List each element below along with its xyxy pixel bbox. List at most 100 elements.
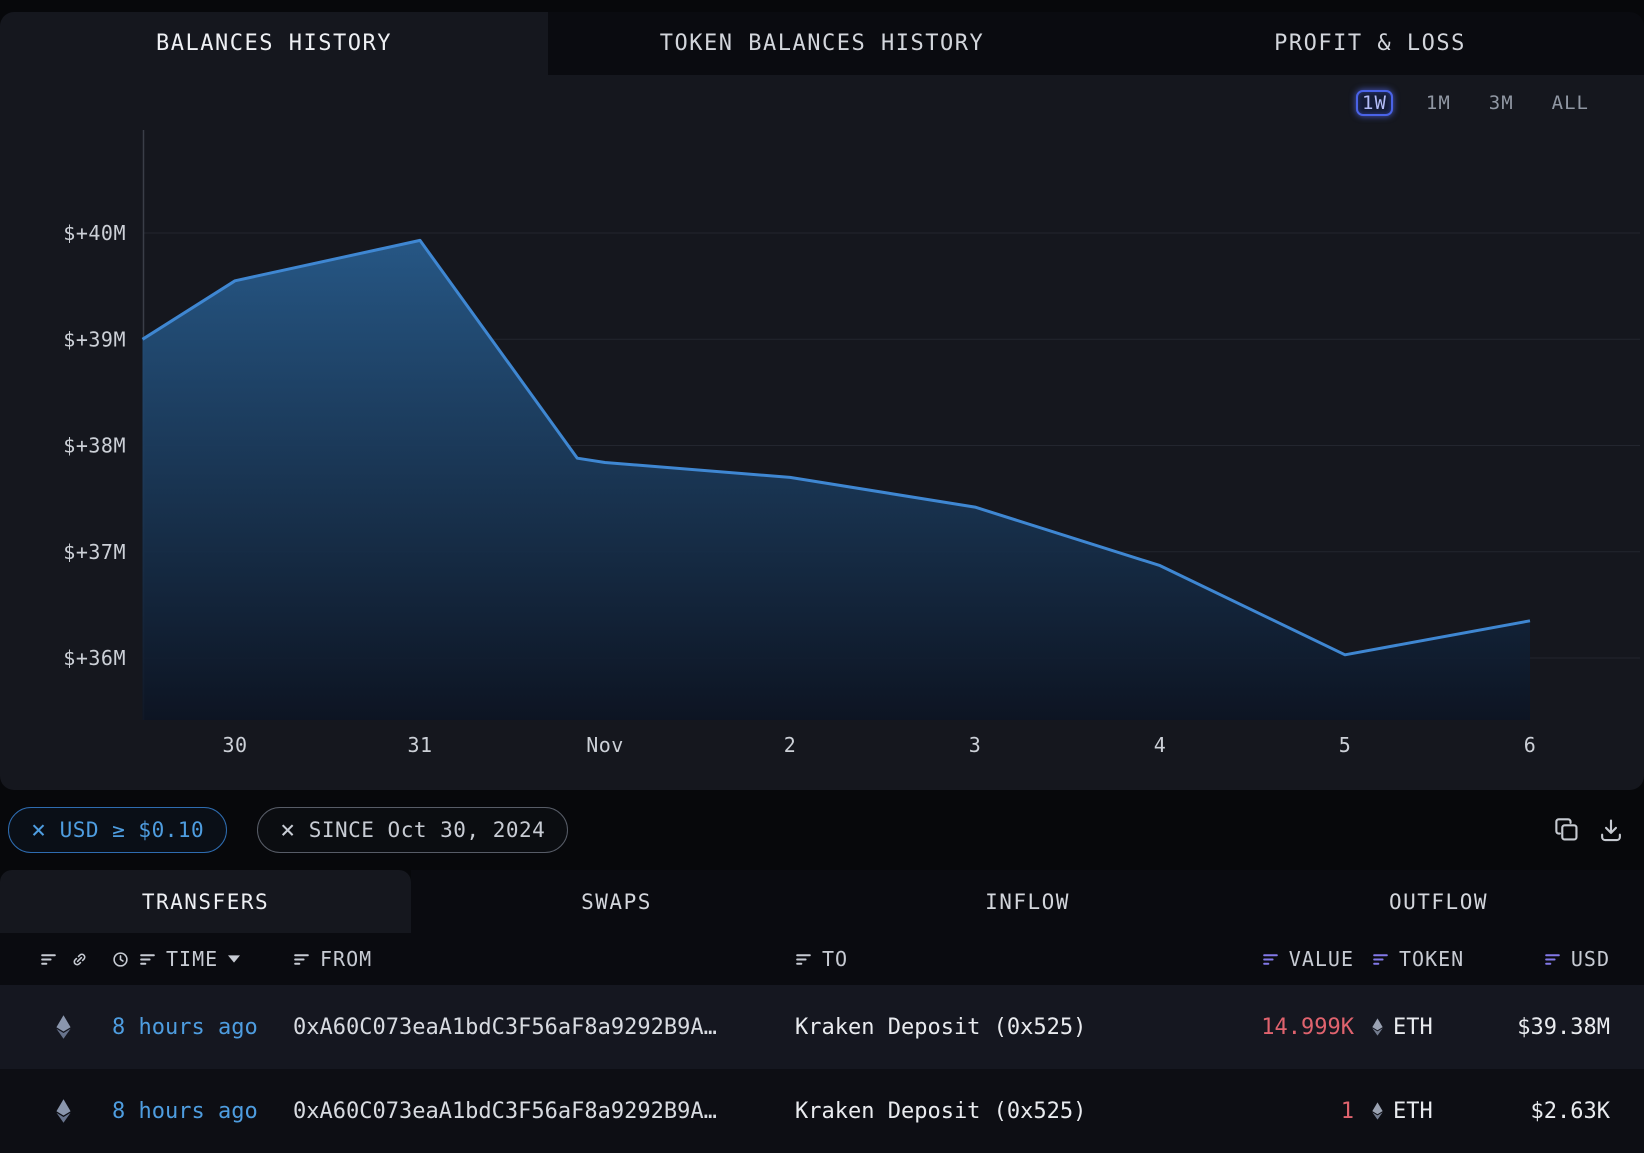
to-cell: Kraken Deposit (0x525) [755, 1099, 1104, 1124]
chain-cell [0, 1015, 100, 1039]
range-3m-button[interactable]: 3M [1484, 90, 1519, 116]
header-from[interactable]: FROM [285, 947, 755, 971]
x-axis-label: 31 [407, 733, 432, 757]
filter-chip-since-date[interactable]: × SINCE Oct 30, 2024 [257, 807, 568, 853]
transactions-section: TRANSFERS SWAPS INFLOW OUTFLOW [0, 870, 1644, 1153]
header-label-from: FROM [320, 947, 372, 971]
usd-amount: $2.63K [1531, 1099, 1610, 1124]
range-1m-button[interactable]: 1M [1421, 90, 1456, 116]
from-address[interactable]: 0xA60C073eaA1bdC3F56aF8a9292B9A… [293, 1099, 717, 1124]
token-cell: ETH [1354, 1099, 1479, 1124]
from-cell: 0xA60C073eaA1bdC3F56aF8a9292B9A… [285, 1099, 755, 1124]
usd-cell: $2.63K [1479, 1099, 1644, 1124]
tab-label: INFLOW [985, 890, 1070, 914]
top-tab-bar: BALANCES HISTORY TOKEN BALANCES HISTORY … [0, 12, 1644, 75]
tab-label: TOKEN BALANCES HISTORY [660, 31, 984, 56]
usd-cell: $39.38M [1479, 1015, 1644, 1040]
filter-chip-usd-threshold[interactable]: × USD ≥ $0.10 [8, 807, 227, 853]
filter-chip-label: USD ≥ $0.10 [60, 818, 205, 842]
from-address[interactable]: 0xA60C073eaA1bdC3F56aF8a9292B9A… [293, 1015, 717, 1040]
header-label-to: TO [822, 947, 848, 971]
chart-area-fill [143, 240, 1531, 720]
time-cell: 8 hours ago [100, 1015, 285, 1040]
close-icon[interactable]: × [31, 817, 47, 842]
time-cell: 8 hours ago [100, 1099, 285, 1124]
chain-cell [0, 1099, 100, 1123]
tab-inflow[interactable]: INFLOW [822, 870, 1233, 933]
y-axis-label: $+40M [63, 221, 126, 245]
to-entity[interactable]: Kraken Deposit (0x525) [795, 1099, 1086, 1124]
usd-amount: $39.38M [1517, 1015, 1610, 1040]
x-axis-label: 30 [222, 733, 247, 757]
filter-icon[interactable] [293, 951, 310, 968]
portfolio-page: BALANCES HISTORY TOKEN BALANCES HISTORY … [0, 0, 1644, 1153]
ethereum-chain-icon [56, 1099, 71, 1123]
tab-label: BALANCES HISTORY [156, 31, 392, 56]
filter-icon[interactable] [1372, 951, 1389, 968]
header-value[interactable]: VALUE [1104, 947, 1354, 971]
header-label-token: TOKEN [1399, 947, 1464, 971]
x-axis-label: 4 [1154, 733, 1167, 757]
token-symbol: ETH [1393, 1015, 1433, 1040]
tab-outflow[interactable]: OUTFLOW [1233, 870, 1644, 933]
time-range-selector: 1W 1M 3M ALL [0, 75, 1644, 130]
header-label-value: VALUE [1289, 947, 1354, 971]
from-cell: 0xA60C073eaA1bdC3F56aF8a9292B9A… [285, 1015, 755, 1040]
to-entity[interactable]: Kraken Deposit (0x525) [795, 1015, 1086, 1040]
tab-transfers[interactable]: TRANSFERS [0, 870, 411, 933]
x-axis-label: Nov [586, 733, 624, 757]
ethereum-chain-icon [56, 1015, 71, 1039]
header-label-usd: USD [1571, 947, 1610, 971]
filter-icon[interactable] [40, 951, 57, 968]
header-time[interactable]: TIME [100, 947, 285, 971]
token-symbol: ETH [1393, 1099, 1433, 1124]
header-chain-column [0, 951, 100, 968]
token-cell: ETH [1354, 1015, 1479, 1040]
link-icon[interactable] [71, 951, 88, 968]
tab-label: PROFIT & LOSS [1274, 31, 1466, 56]
download-icon[interactable] [1598, 817, 1624, 843]
header-label-time: TIME [166, 947, 218, 971]
filter-icon[interactable] [139, 951, 156, 968]
y-axis-label: $+37M [63, 540, 126, 564]
close-icon[interactable]: × [280, 817, 296, 842]
range-1w-button[interactable]: 1W [1356, 90, 1393, 116]
header-token[interactable]: TOKEN [1354, 947, 1479, 971]
y-axis-label: $+38M [63, 434, 126, 458]
tab-swaps[interactable]: SWAPS [411, 870, 822, 933]
filter-icon[interactable] [795, 951, 812, 968]
eth-token-icon [1372, 1018, 1383, 1036]
clock-icon [112, 951, 129, 968]
value-cell: 14.999K [1104, 1015, 1354, 1040]
table-header-row: TIME FROM TO VALUE [0, 933, 1644, 985]
filter-bar: × USD ≥ $0.10 × SINCE Oct 30, 2024 [0, 790, 1644, 870]
x-axis-label: 6 [1524, 733, 1537, 757]
tab-profit-loss[interactable]: PROFIT & LOSS [1096, 12, 1644, 75]
table-row[interactable]: 8 hours ago 0xA60C073eaA1bdC3F56aF8a9292… [0, 1069, 1644, 1153]
filter-icon[interactable] [1544, 951, 1561, 968]
copy-icon[interactable] [1554, 817, 1580, 843]
header-to[interactable]: TO [755, 947, 1104, 971]
to-cell: Kraken Deposit (0x525) [755, 1015, 1104, 1040]
chevron-down-icon[interactable] [228, 955, 240, 963]
y-axis-label: $+39M [63, 327, 126, 351]
table-row[interactable]: 8 hours ago 0xA60C073eaA1bdC3F56aF8a9292… [0, 985, 1644, 1069]
x-axis-label: 3 [969, 733, 982, 757]
tab-label: OUTFLOW [1389, 890, 1488, 914]
tx-time-link[interactable]: 8 hours ago [112, 1015, 258, 1040]
balances-history-chart: $+40M$+39M$+38M$+37M$+36M3031Nov23456 [0, 130, 1644, 790]
transactions-tab-bar: TRANSFERS SWAPS INFLOW OUTFLOW [0, 870, 1644, 933]
tab-balances-history[interactable]: BALANCES HISTORY [0, 12, 548, 75]
value-cell: 1 [1104, 1099, 1354, 1124]
tab-label: TRANSFERS [142, 890, 269, 914]
x-axis-label: 2 [784, 733, 797, 757]
filter-icon[interactable] [1262, 951, 1279, 968]
x-axis-label: 5 [1339, 733, 1352, 757]
value-amount: 1 [1341, 1099, 1354, 1124]
tx-time-link[interactable]: 8 hours ago [112, 1099, 258, 1124]
tab-token-balances-history[interactable]: TOKEN BALANCES HISTORY [548, 12, 1096, 75]
tab-label: SWAPS [581, 890, 652, 914]
header-usd[interactable]: USD [1479, 947, 1644, 971]
range-all-button[interactable]: ALL [1547, 90, 1594, 116]
table-actions [1554, 817, 1624, 843]
